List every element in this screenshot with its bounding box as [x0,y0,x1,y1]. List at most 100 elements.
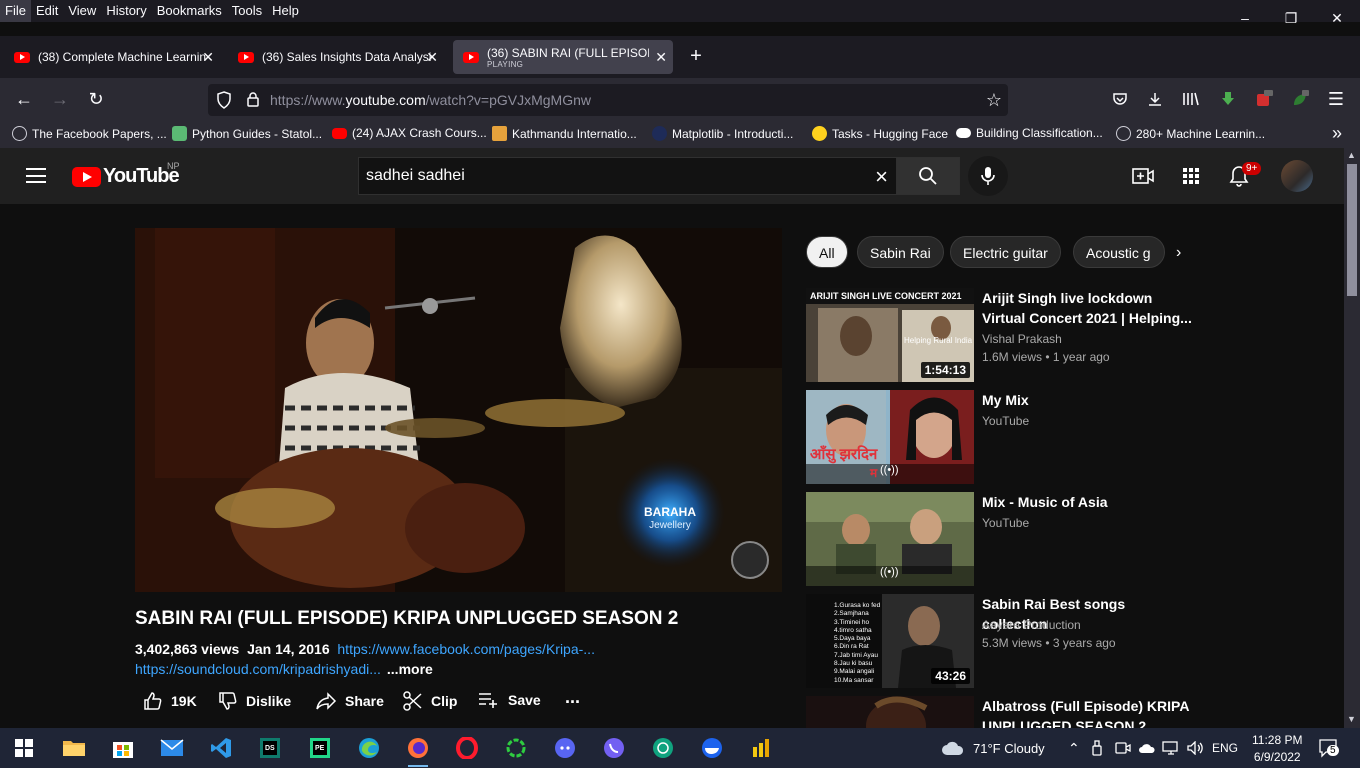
recommendation-title[interactable]: Mix - Music of Asia [982,492,1192,512]
recommendation-title[interactable]: Albatross (Full Episode) KRIPA UNPLUGGED… [982,696,1192,728]
weather-widget[interactable]: 71°F Cloudy [941,728,1045,768]
clear-search-icon[interactable]: × [875,164,888,190]
search-button[interactable] [896,157,960,195]
url-text[interactable]: https://www.youtube.com/watch?v=pGVJxMgM… [270,92,591,108]
lock-icon[interactable] [246,91,260,112]
network-icon[interactable] [1162,728,1180,768]
menu-tools[interactable]: Tools [227,0,267,22]
notification-center-icon[interactable]: 5 [1318,728,1340,768]
more-actions-button[interactable]: ... [565,687,580,708]
menu-history[interactable]: History [101,0,151,22]
bookmark-ajax-crash-course[interactable]: (24) AJAX Crash Cours... [332,126,487,140]
volume-icon[interactable] [1187,728,1205,768]
scrollbar-thumb[interactable] [1347,164,1357,296]
mail-icon[interactable] [158,734,186,762]
ring-app-icon[interactable] [502,734,530,762]
video-thumbnail[interactable]: आँसु झरदिन म ((•)) [806,390,974,484]
recommendation-item[interactable]: आँसु झरदिन म ((•)) My Mix YouTube [806,390,1186,484]
docker-icon[interactable] [698,734,726,762]
bookmark-hugging-face[interactable]: Tasks - Hugging Face [812,126,948,141]
chip-acoustic-guitar[interactable]: Acoustic g [1073,236,1165,268]
clip-button[interactable]: Clip [403,691,457,711]
recommendation-item[interactable]: ((•)) Mix - Music of Asia YouTube [806,492,1186,586]
opera-icon[interactable] [453,734,481,762]
chatgpt-icon[interactable] [649,734,677,762]
video-thumbnail[interactable]: ((•)) [806,492,974,586]
vscode-icon[interactable] [207,734,235,762]
tab-sabin-rai[interactable]: (36) SABIN RAI (FULL EPISODE) K PLAYING … [453,40,673,74]
firefox-icon[interactable] [404,734,432,767]
video-player[interactable]: BARAHA Jewellery [135,228,782,592]
chip-sabin-rai[interactable]: Sabin Rai [857,236,944,268]
voice-search-button[interactable] [968,156,1008,196]
dataspell-icon[interactable]: DS [256,734,284,762]
bookmark-building-classification[interactable]: Building Classification... [956,126,1103,140]
bookmark-python-guides[interactable]: Python Guides - Statol... [172,126,322,141]
channel-name[interactable]: YouTube [982,516,1029,530]
file-explorer-icon[interactable] [60,734,88,762]
shield-icon[interactable] [216,91,232,114]
avatar[interactable] [1281,160,1313,192]
recommendation-item[interactable]: ARIJIT SINGH LIVE CONCERT 2021 Helping R… [806,288,1192,382]
pycharm-icon[interactable]: PE [306,734,334,762]
menu-file[interactable]: File [0,0,31,22]
bookmark-star-icon[interactable]: ☆ [986,90,1002,111]
close-window-icon[interactable]: ✕ [1314,0,1360,36]
bookmarks-overflow-icon[interactable]: » [1332,123,1342,144]
microsoft-store-icon[interactable] [109,734,137,762]
downloads-icon[interactable] [1141,85,1169,113]
meet-now-icon[interactable] [1115,728,1131,768]
hamburger-menu-icon[interactable] [26,168,46,183]
bookmark-machine-learning[interactable]: 280+ Machine Learnin... [1116,126,1265,141]
edge-icon[interactable] [355,734,383,762]
recommendation-item[interactable]: Albatross (Full Episode) KRIPA UNPLUGGED… [806,696,1189,728]
back-icon[interactable]: ← [10,85,38,113]
channel-name[interactable]: YouTube [982,414,1029,428]
like-button[interactable]: 19K [143,691,197,711]
bookmark-facebook-papers[interactable]: The Facebook Papers, ... [12,126,167,141]
tab-machine-learning[interactable]: (38) Complete Machine Learnin ✕ [4,40,220,74]
menu-edit[interactable]: Edit [31,0,63,22]
recommendation-title[interactable]: My Mix [982,390,1192,410]
search-input[interactable]: sadhei sadhei × [358,157,896,195]
facebook-link[interactable]: https://www.facebook.com/pages/Kripa-... [337,641,595,657]
extension-download-icon[interactable] [1214,85,1242,113]
channel-name[interactable]: Vishal Prakash [982,332,1062,346]
close-tab-icon[interactable]: ✕ [202,49,214,66]
create-video-icon[interactable] [1131,164,1155,188]
close-tab-icon[interactable]: ✕ [655,49,667,66]
minimize-icon[interactable]: – [1222,0,1268,36]
viber-icon[interactable] [600,734,628,762]
bookmark-matplotlib[interactable]: Matplotlib - Introducti... [652,126,793,141]
input-language[interactable]: ENG [1212,728,1238,768]
address-bar[interactable]: https://www.youtube.com/watch?v=pGVJxMgM… [208,84,1008,116]
onedrive-icon[interactable] [1138,728,1156,768]
show-more-button[interactable]: ...more [387,661,433,677]
library-icon[interactable] [1177,85,1205,113]
close-tab-icon[interactable]: ✕ [426,49,438,66]
tray-overflow-icon[interactable]: ⌃ [1068,728,1080,768]
maximize-icon[interactable]: ❐ [1268,0,1314,36]
tab-sales-insights[interactable]: (36) Sales Insights Data Analysis ✕ [228,40,444,74]
power-bi-icon[interactable] [747,734,775,762]
page-scrollbar[interactable]: ▲ ▼ [1344,148,1360,728]
video-thumbnail[interactable]: 1.Gurasa ko fed 2.Samjhana 3.Timinei ho 4.t… [806,594,974,688]
menu-help[interactable]: Help [267,0,304,22]
system-clock[interactable]: 11:28 PM 6/9/2022 [1252,732,1302,766]
scroll-down-icon[interactable]: ▼ [1347,714,1356,724]
scroll-up-icon[interactable]: ▲ [1347,150,1356,160]
app-menu-icon[interactable]: ☰ [1322,85,1350,113]
menu-view[interactable]: View [63,0,101,22]
dislike-button[interactable]: Dislike [218,691,291,711]
discord-icon[interactable] [551,734,579,762]
pocket-icon[interactable] [1106,85,1134,113]
video-thumbnail[interactable] [806,696,974,728]
channel-name[interactable]: Aayara Production [982,618,1081,632]
menu-bookmarks[interactable]: Bookmarks [152,0,227,22]
extension-record-icon[interactable] [1250,85,1278,113]
forward-icon[interactable]: → [46,85,74,113]
chip-electric-guitar[interactable]: Electric guitar [950,236,1061,268]
windows-start-icon[interactable] [10,734,38,762]
chip-all[interactable]: All [806,236,848,268]
apps-grid-icon[interactable] [1179,164,1203,188]
